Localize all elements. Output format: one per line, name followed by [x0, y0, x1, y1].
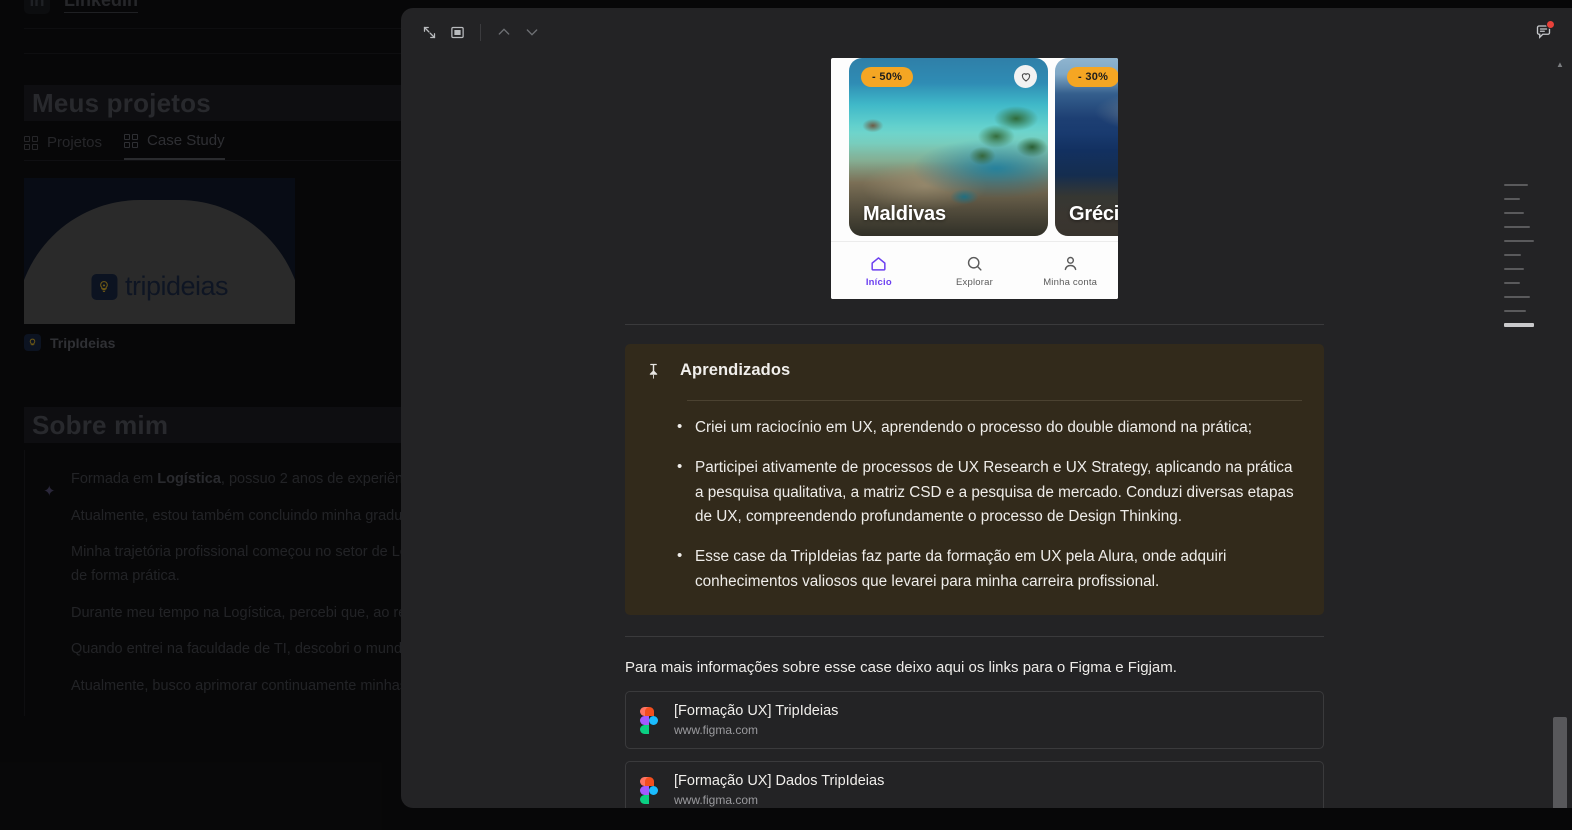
outline-row[interactable]	[1504, 276, 1534, 290]
document-outline-minimap[interactable]	[1504, 178, 1534, 332]
outline-row[interactable]	[1504, 192, 1534, 206]
outline-bar	[1504, 226, 1530, 228]
outline-bar	[1504, 240, 1534, 242]
case-study-modal: - 50% Maldivas - 30% Gréci Início Explor…	[401, 8, 1572, 808]
nav-label: Minha conta	[1043, 276, 1098, 288]
nav-item-inicio[interactable]: Início	[831, 254, 927, 288]
outline-row[interactable]	[1504, 262, 1534, 276]
home-icon	[871, 256, 886, 271]
expand-diagonal-icon[interactable]	[415, 18, 443, 46]
list-item: Criei um raciocínio em UX, aprendendo o …	[677, 415, 1302, 441]
outline-row[interactable]	[1504, 290, 1534, 304]
nav-label: Explorar	[956, 276, 993, 288]
destination-cards: - 50% Maldivas - 30% Gréci	[849, 58, 1118, 236]
maximize-frame-icon[interactable]	[443, 18, 471, 46]
outline-row[interactable]	[1504, 304, 1534, 318]
destination-card-grecia[interactable]: - 30% Grécia	[1055, 58, 1118, 236]
outline-row[interactable]	[1504, 234, 1534, 248]
outline-bar	[1504, 198, 1520, 200]
destination-card-maldivas[interactable]: - 50% Maldivas	[849, 58, 1048, 236]
modal-toolbar	[401, 8, 1572, 56]
link-url: www.figma.com	[674, 723, 759, 738]
outline-row[interactable]	[1504, 248, 1534, 262]
scrollbar-thumb[interactable]	[1553, 717, 1567, 808]
destination-name: Maldivas	[863, 203, 946, 225]
list-item: Esse case da TripIdeias faz parte da for…	[677, 544, 1302, 595]
discount-badge: - 30%	[1067, 67, 1118, 87]
chevron-down-icon[interactable]	[518, 18, 546, 46]
case-study-document: - 50% Maldivas - 30% Gréci Início Explor…	[401, 56, 1548, 808]
notification-dot	[1546, 20, 1555, 29]
link-card-figma-dados-tripideias[interactable]: [Formação UX] Dados TripIdeias www.figma…	[625, 761, 1324, 808]
links-intro-block: Para mais informações sobre esse case de…	[625, 635, 1324, 680]
learnings-list: Criei um raciocínio em UX, aprendendo o …	[645, 415, 1302, 595]
outline-row[interactable]	[1504, 220, 1534, 234]
modal-scrollbar[interactable]: ▲ ▼	[1548, 56, 1572, 808]
outline-bar	[1504, 296, 1530, 298]
callout-title: Aprendizados	[680, 361, 791, 379]
list-item: Participei ativamente de processos de UX…	[677, 455, 1302, 530]
heart-icon[interactable]	[1014, 65, 1037, 88]
learnings-callout: Aprendizados Criei um raciocínio em UX, …	[625, 344, 1324, 615]
comment-icon[interactable]	[1528, 18, 1556, 46]
modal-scroll-area: - 50% Maldivas - 30% Gréci Início Explor…	[401, 56, 1548, 808]
nav-label: Início	[865, 276, 892, 288]
scroll-up-arrow-icon[interactable]: ▲	[1556, 56, 1564, 72]
toolbar-divider	[480, 23, 481, 41]
chevron-up-icon[interactable]	[490, 18, 518, 46]
nav-item-minha-conta[interactable]: Minha conta	[1022, 254, 1118, 288]
callout-rule	[687, 400, 1302, 401]
outline-row[interactable]	[1504, 178, 1534, 192]
link-title: [Formação UX] Dados TripIdeias	[674, 773, 885, 790]
outline-bar	[1504, 184, 1528, 186]
link-title: [Formação UX] TripIdeias	[674, 703, 839, 720]
phone-mockup: - 50% Maldivas - 30% Gréci Início Explor…	[831, 58, 1118, 299]
search-icon	[967, 256, 982, 271]
content-divider	[625, 324, 1324, 325]
outline-bar	[1504, 212, 1524, 214]
pushpin-icon	[645, 362, 662, 386]
figma-icon	[640, 706, 658, 734]
outline-bar	[1504, 323, 1534, 327]
outline-bar	[1504, 268, 1524, 270]
destination-name: Grécia	[1069, 203, 1118, 225]
outline-bar	[1504, 282, 1520, 284]
links-intro-text: Para mais informações sobre esse case de…	[625, 658, 1177, 676]
link-card-figma-tripideias[interactable]: [Formação UX] TripIdeias www.figma.com	[625, 691, 1324, 750]
phone-mockup-wrapper: - 50% Maldivas - 30% Gréci Início Explor…	[401, 56, 1548, 299]
outline-bar	[1504, 310, 1526, 312]
phone-bottom-nav: Início Explorar Minha conta	[831, 241, 1118, 299]
discount-badge: - 50%	[861, 67, 914, 87]
outline-row[interactable]	[1504, 318, 1534, 332]
figma-icon	[640, 776, 658, 804]
link-url: www.figma.com	[674, 793, 759, 808]
outline-row[interactable]	[1504, 206, 1534, 220]
nav-item-explorar[interactable]: Explorar	[927, 254, 1023, 288]
outline-bar	[1504, 254, 1521, 256]
user-icon	[1064, 256, 1077, 270]
scrollbar-track[interactable]	[1548, 72, 1572, 808]
